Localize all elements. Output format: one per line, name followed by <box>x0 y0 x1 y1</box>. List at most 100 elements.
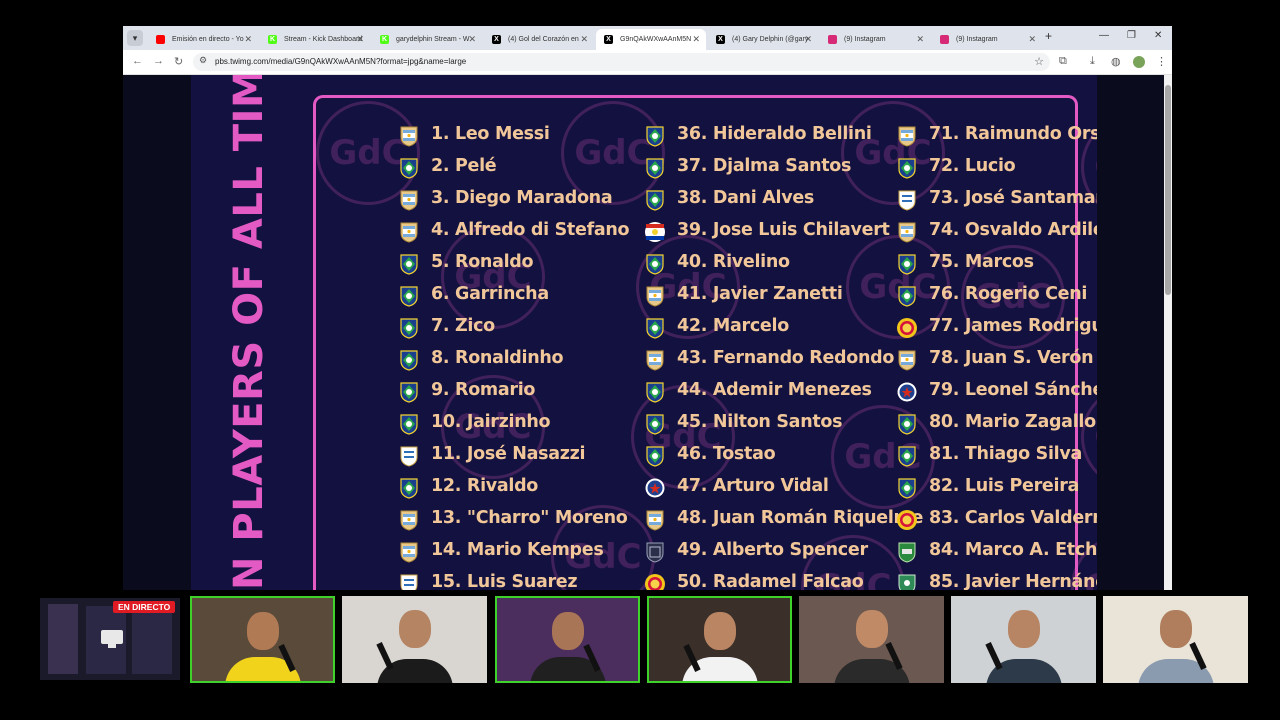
chile-crest-icon <box>897 381 917 403</box>
player-name: 3. Diego Maradona <box>431 188 613 208</box>
player-name: 46. Tostao <box>677 444 776 464</box>
scrollbar-thumb[interactable] <box>1165 85 1171 295</box>
tab-label: garydelphin Stream - W <box>396 36 470 43</box>
close-tab-icon[interactable]: ✕ <box>468 29 476 50</box>
webcam-tile[interactable] <box>1103 596 1248 683</box>
argentina-crest-icon <box>897 221 917 243</box>
player-name: 74. Osvaldo Ardiles <box>929 220 1097 240</box>
argentina-crest-icon <box>399 221 419 243</box>
player-name: 49. Alberto Spencer <box>677 540 868 560</box>
player-name: 13. "Charro" Moreno <box>431 508 628 528</box>
brazil-crest-icon <box>645 157 665 179</box>
player-name: 77. James Rodriguez <box>929 316 1097 336</box>
brazil-crest-icon <box>645 445 665 467</box>
tab-label: G9nQAkWXwAAnM5N <box>620 36 692 43</box>
browser-tab[interactable]: (9) Instagram ✕ <box>820 29 930 50</box>
colombia-crest-icon <box>897 509 917 531</box>
site-info-icon[interactable]: ⚙ <box>199 55 207 66</box>
x-icon: X <box>604 35 613 44</box>
participant-face <box>398 610 431 648</box>
mexico-crest-icon <box>897 573 917 590</box>
browser-tab[interactable]: (9) Instagram ✕ <box>932 29 1042 50</box>
player-name: 38. Dani Alves <box>677 188 815 208</box>
browser-tab[interactable]: X G9nQAkWXwAAnM5N ✕ <box>596 29 706 50</box>
browser-tab[interactable]: Emisión en directo - Yo ✕ <box>148 29 258 50</box>
bookmark-star-icon[interactable]: ☆ <box>1034 55 1044 68</box>
close-tab-icon[interactable]: ✕ <box>804 29 812 50</box>
browser-tab[interactable]: K Stream - Kick Dashboard ✕ <box>260 29 370 50</box>
reload-icon[interactable]: ↻ <box>174 55 183 68</box>
player-name: 78. Juan S. Verón <box>929 348 1094 368</box>
webcam-tile[interactable] <box>799 596 944 683</box>
minimize-icon[interactable]: — <box>1099 30 1109 41</box>
player-name: 73. José Santamaría <box>929 188 1097 208</box>
brazil-crest-icon <box>897 285 917 307</box>
player-name: 1. Leo Messi <box>431 124 550 144</box>
restore-icon[interactable]: ❐ <box>1127 30 1136 41</box>
extension-icon[interactable]: ◍ <box>1111 55 1121 68</box>
webcam-tile[interactable] <box>342 596 487 683</box>
close-tab-icon[interactable]: ✕ <box>1028 29 1036 50</box>
x-icon: X <box>716 35 725 44</box>
x-icon: X <box>492 35 501 44</box>
browser-tab[interactable]: X (4) Gary Delphin (@gary ✕ <box>708 29 818 50</box>
page-viewport: N PLAYERS OF ALL TIME GdC GdC GdC GdC GdC GdC… <box>123 75 1172 590</box>
back-icon[interactable]: ← <box>132 55 143 67</box>
ranking-poster-image: N PLAYERS OF ALL TIME GdC GdC GdC GdC GdC GdC… <box>191 75 1097 590</box>
webcam-tile[interactable] <box>495 596 640 683</box>
webcam-tile[interactable] <box>647 596 792 683</box>
player-name: 39. Jose Luis Chilavert <box>677 220 890 240</box>
player-name: 81. Thiago Silva <box>929 444 1082 464</box>
player-name: 76. Rogerio Ceni <box>929 284 1088 304</box>
brazil-crest-icon <box>399 381 419 403</box>
youtube-icon <box>156 35 165 44</box>
screen-share-icon[interactable] <box>101 630 123 648</box>
brazil-crest-icon <box>399 477 419 499</box>
close-tab-icon[interactable]: ✕ <box>692 29 700 50</box>
argentina-crest-icon <box>399 541 419 563</box>
player-name: 41. Javier Zanetti <box>677 284 843 304</box>
uruguay-crest-icon <box>399 573 419 590</box>
player-name: 42. Marcelo <box>677 316 789 336</box>
brazil-crest-icon <box>399 253 419 275</box>
player-name: 82. Luis Pereira <box>929 476 1080 496</box>
browser-tab[interactable]: X (4) Gol del Corazón en ✕ <box>484 29 594 50</box>
extensions-icon[interactable]: ⧉ <box>1059 55 1067 68</box>
tab-label: Emisión en directo - Yo <box>172 36 244 43</box>
player-name: 85. Javier Hernández <box>929 572 1097 590</box>
colombia-crest-icon <box>645 573 665 590</box>
microphone-icon <box>376 642 394 670</box>
gdc-watermark: GdC <box>1081 385 1097 489</box>
close-tab-icon[interactable]: ✕ <box>580 29 588 50</box>
close-tab-icon[interactable]: ✕ <box>916 29 924 50</box>
forward-icon[interactable]: → <box>153 55 164 67</box>
player-name: 47. Arturo Vidal <box>677 476 829 496</box>
participant-face <box>246 612 279 650</box>
close-window-icon[interactable]: ✕ <box>1154 30 1162 41</box>
player-name: 83. Carlos Valderrama <box>929 508 1097 528</box>
kick-icon: K <box>268 35 277 44</box>
brazil-crest-icon <box>897 253 917 275</box>
tab-label: Stream - Kick Dashboard <box>284 36 363 43</box>
brazil-crest-icon <box>645 189 665 211</box>
uruguay-crest-icon <box>399 445 419 467</box>
profile-avatar[interactable] <box>1133 56 1145 68</box>
download-icon[interactable]: ⤓ <box>1090 55 1095 68</box>
player-name: 80. Mario Zagallo <box>929 412 1096 432</box>
player-name: 14. Mario Kempes <box>431 540 604 560</box>
participant-face <box>551 612 584 650</box>
participant-face <box>703 612 736 650</box>
chile-crest-icon <box>645 477 665 499</box>
tab-search-button[interactable]: ▾ <box>127 30 143 46</box>
browser-tab[interactable]: Kgarydelphin Stream - W ✕ <box>372 29 482 50</box>
poster-title: N PLAYERS OF ALL TIME <box>226 75 272 590</box>
close-tab-icon[interactable]: ✕ <box>244 29 252 50</box>
webcam-tile[interactable] <box>951 596 1096 683</box>
close-tab-icon[interactable]: ✕ <box>356 29 364 50</box>
vertical-scrollbar[interactable] <box>1164 75 1172 590</box>
address-bar[interactable]: ⚙ pbs.twimg.com/media/G9nQAkWXwAAnM5N?fo… <box>193 53 1050 71</box>
browser-menu-icon[interactable]: ⋮ <box>1156 55 1167 68</box>
new-tab-button[interactable]: + <box>1045 29 1052 43</box>
argentina-crest-icon <box>399 509 419 531</box>
webcam-tile[interactable] <box>190 596 335 683</box>
